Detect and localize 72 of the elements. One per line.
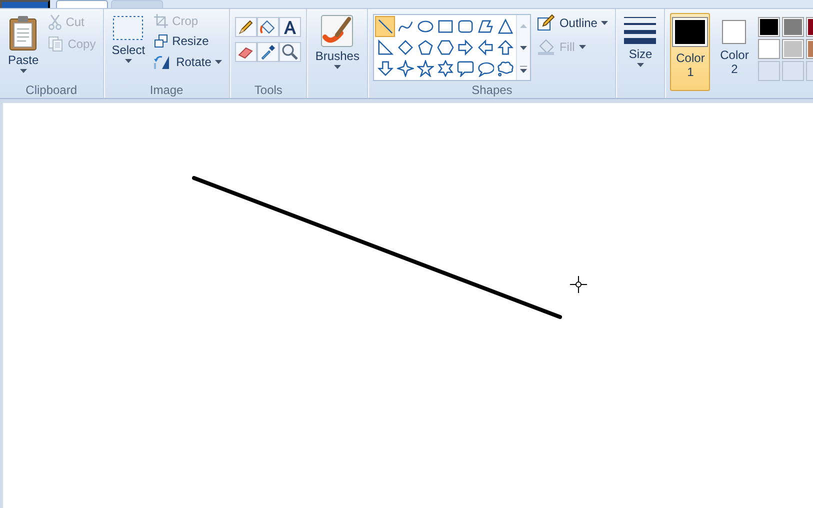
palette-color[interactable] xyxy=(782,39,804,59)
select-button[interactable]: Select xyxy=(108,13,148,65)
oval-shape-icon xyxy=(416,18,434,35)
tool-button[interactable] xyxy=(257,42,280,62)
scissors-icon xyxy=(48,14,62,30)
right-triangle-shape-icon xyxy=(376,39,394,56)
selection-rectangle-icon xyxy=(112,15,144,41)
five-point-star-shape-icon xyxy=(416,60,434,77)
tool-button[interactable] xyxy=(257,17,280,37)
caret-icon xyxy=(334,65,341,69)
paint-bucket-icon xyxy=(537,38,556,56)
scroll-down-icon xyxy=(520,46,528,50)
rotate-button[interactable]: Rotate xyxy=(152,53,224,71)
rounded-rectangle-shape-icon xyxy=(456,18,474,35)
hexagon-shape-icon xyxy=(436,39,454,56)
group-label: Image xyxy=(150,82,184,96)
paste-button[interactable]: Paste xyxy=(5,13,42,75)
oval-callout-shape-icon xyxy=(476,60,494,77)
six-point-star-shape-icon xyxy=(436,60,454,77)
pencil-icon xyxy=(237,18,256,36)
rounded-callout-shape-icon xyxy=(456,60,474,77)
tool-button[interactable] xyxy=(235,17,258,37)
crop-icon xyxy=(154,14,168,28)
caret-icon xyxy=(20,69,27,73)
expand-icon xyxy=(520,66,528,73)
caret-icon xyxy=(578,45,586,49)
palette-color[interactable] xyxy=(758,39,780,59)
four-point-star-shape-icon xyxy=(396,60,414,77)
group-label: Shapes xyxy=(472,82,512,96)
color-button[interactable]: Color 1 xyxy=(670,13,710,91)
up-arrow-shape-icon xyxy=(496,39,514,56)
caret-icon xyxy=(124,59,132,63)
tool-button[interactable] xyxy=(235,42,258,62)
line-width-icon xyxy=(624,15,656,45)
magnifier-icon xyxy=(281,43,300,61)
down-arrow-shape-icon xyxy=(376,60,394,77)
pencil-icon xyxy=(537,14,556,32)
shape-button[interactable] xyxy=(395,58,416,79)
group-label: Clipboard xyxy=(26,82,78,96)
palette-color[interactable] xyxy=(758,17,780,37)
polygon-shape-icon xyxy=(476,18,494,35)
size-button[interactable]: Size xyxy=(621,13,660,69)
copy-icon xyxy=(48,36,64,52)
resize-button[interactable]: Resize xyxy=(152,33,224,49)
resize-icon xyxy=(154,34,168,48)
triangle-shape-icon xyxy=(496,18,514,35)
color-button[interactable]: Color 2 xyxy=(714,13,754,91)
tool-button[interactable] xyxy=(279,42,302,62)
pentagon-shape-icon xyxy=(416,39,434,56)
caret-icon xyxy=(215,60,222,64)
brushes-button[interactable]: Brushes xyxy=(312,13,362,71)
color-picker-icon xyxy=(259,43,278,61)
paint-bucket-icon xyxy=(259,18,278,36)
scroll-up-icon xyxy=(520,24,528,28)
group-label: Tools xyxy=(254,82,282,96)
rectangle-shape-icon xyxy=(436,18,454,35)
shape-button[interactable] xyxy=(435,58,456,79)
shape-button[interactable] xyxy=(375,16,396,37)
tool-button[interactable] xyxy=(279,17,302,37)
caret-icon xyxy=(601,21,608,25)
cloud-callout-shape-icon xyxy=(496,60,514,77)
right-arrow-shape-icon xyxy=(456,39,474,56)
brush-icon xyxy=(321,15,354,47)
line-shape-icon xyxy=(376,18,394,35)
crosshair-cursor-icon xyxy=(570,276,587,293)
clipboard-icon xyxy=(8,15,38,51)
left-arrow-shape-icon xyxy=(476,39,494,56)
diamond-shape-icon xyxy=(396,39,414,56)
caret-icon xyxy=(636,63,644,67)
palette-color[interactable] xyxy=(782,17,804,37)
shape-button[interactable] xyxy=(415,58,436,79)
outline-button[interactable]: Outline xyxy=(535,13,610,33)
